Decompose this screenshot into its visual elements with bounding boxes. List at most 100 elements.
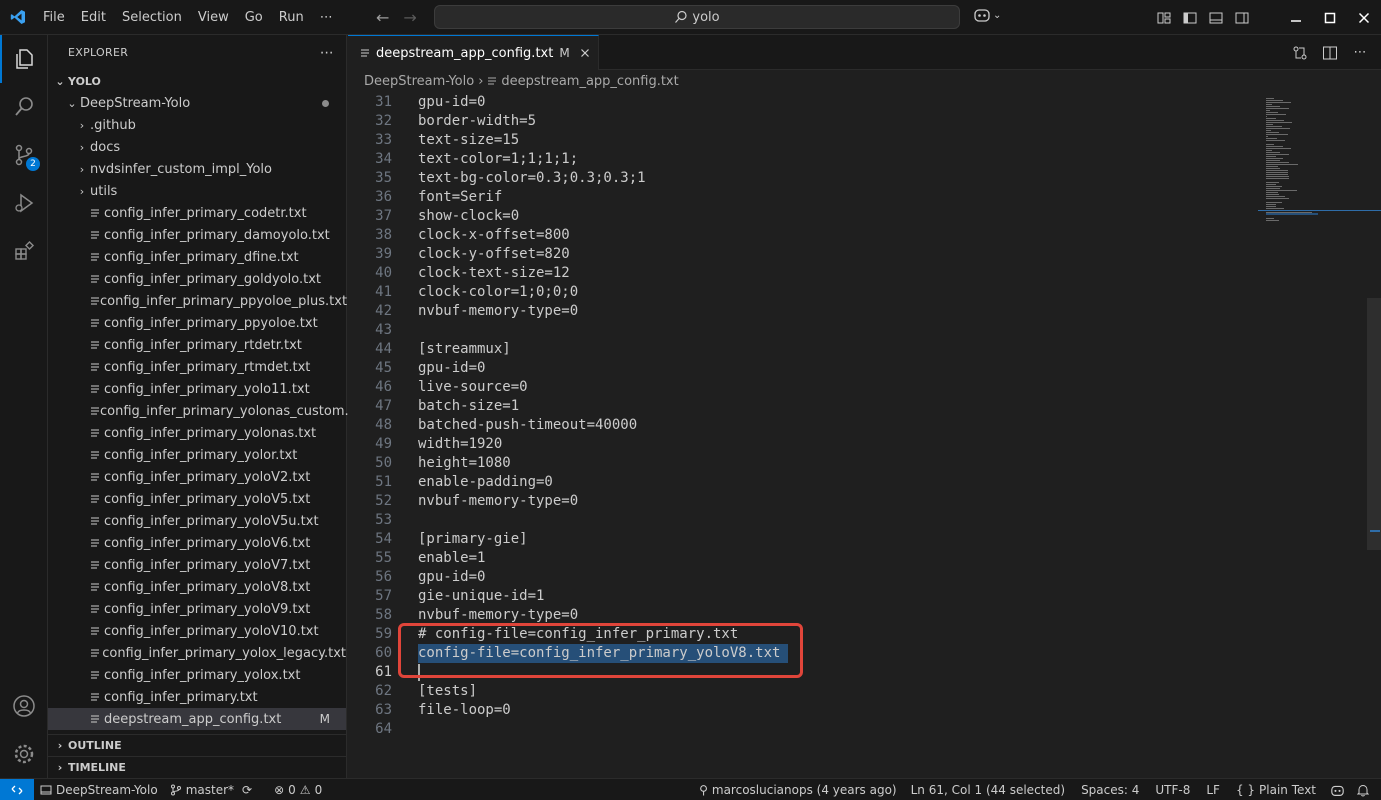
status-folder[interactable]: DeepStream-Yolo — [34, 779, 164, 800]
tree-file[interactable]: config_infer_primary.txt — [48, 686, 346, 708]
menu-run[interactable]: Run — [271, 0, 312, 35]
status-notifications[interactable] — [1351, 779, 1375, 800]
minimap[interactable] — [1258, 93, 1368, 778]
breadcrumb-folder[interactable]: DeepStream-Yolo — [364, 74, 474, 89]
tree-file[interactable]: config_infer_primary_yolo11.txt — [48, 378, 346, 400]
tree-file[interactable]: config_infer_primary_ppyoloe.txt — [48, 312, 346, 334]
toggle-primary-sidebar-icon[interactable] — [1177, 0, 1203, 35]
tree-file[interactable]: config_infer_primary_yoloV5.txt — [48, 488, 346, 510]
accounts-activity[interactable] — [0, 682, 48, 730]
tab-deepstream-app-config[interactable]: deepstream_app_config.txt M — [348, 35, 599, 70]
explorer-activity[interactable] — [0, 35, 48, 83]
tree-folder[interactable]: › docs — [48, 136, 346, 158]
status-eol[interactable]: LF — [1198, 779, 1228, 800]
copilot-button[interactable]: ⌄ — [973, 7, 1001, 23]
run-debug-activity[interactable] — [0, 179, 48, 227]
status-encoding[interactable]: UTF-8 — [1147, 779, 1198, 800]
code-text: nvbuf-memory-type=0 — [418, 493, 579, 509]
outline-section[interactable]: › OUTLINE — [48, 734, 347, 756]
extensions-activity[interactable] — [0, 227, 48, 275]
tree-file[interactable]: config_infer_primary_yolor.txt — [48, 444, 346, 466]
remote-indicator[interactable] — [0, 778, 34, 800]
more-actions-icon[interactable]: ⋯ — [1347, 45, 1373, 60]
status-git-blame[interactable]: ⚲ marcoslucianops (4 years ago) — [693, 779, 903, 800]
toggle-panel-icon[interactable] — [1203, 0, 1229, 35]
tree-file[interactable]: config_infer_primary_rtdetr.txt — [48, 334, 346, 356]
tree-file[interactable]: config_infer_primary_yoloV6.txt — [48, 532, 346, 554]
open-changes-icon[interactable] — [1287, 45, 1313, 61]
tree-file[interactable]: config_infer_primary_yoloV5u.txt — [48, 510, 346, 532]
maximize-icon[interactable] — [1313, 0, 1347, 35]
tree-file[interactable]: config_infer_primary_dfine.txt — [48, 246, 346, 268]
minimize-icon[interactable] — [1279, 0, 1313, 35]
menu-go[interactable]: Go — [237, 0, 271, 35]
tree-file[interactable]: config_infer_primary_yolonas_custom.txt — [48, 400, 367, 422]
menu-edit[interactable]: Edit — [73, 0, 114, 35]
menu-selection[interactable]: Selection — [114, 0, 190, 35]
tree-file[interactable]: config_infer_primary_ppyoloe_plus.txt — [48, 290, 347, 312]
search-activity[interactable] — [0, 83, 48, 131]
file-label: config_infer_primary_yoloV6.txt — [104, 535, 311, 551]
tree-folder[interactable]: › .github — [48, 114, 346, 136]
line-number: 43 — [375, 322, 392, 338]
source-control-activity[interactable]: 2 — [0, 131, 48, 179]
forward-arrow-icon[interactable]: → — [403, 8, 416, 27]
tree-file[interactable]: config_infer_primary_yoloV8.txt — [48, 576, 346, 598]
tree-file[interactable]: config_infer_primary_yolox.txt — [48, 664, 346, 686]
file-icon — [90, 208, 104, 218]
line-number: 58 — [375, 607, 392, 623]
chevron-right-icon: › — [57, 761, 63, 774]
tree-folder[interactable]: › nvdsinfer_custom_impl_Yolo — [48, 158, 346, 180]
minimap-line — [1266, 166, 1278, 167]
sync-icon[interactable]: ⟳ — [242, 783, 252, 797]
close-icon[interactable] — [580, 48, 590, 58]
command-center-search[interactable]: yolo — [434, 5, 960, 29]
status-copilot[interactable] — [1324, 779, 1351, 800]
minimap-line — [1266, 148, 1292, 149]
menu-view[interactable]: View — [190, 0, 237, 35]
tree-file[interactable]: config_infer_primary_yoloV10.txt — [48, 620, 346, 642]
minimap-line — [1266, 146, 1283, 147]
status-indentation[interactable]: Spaces: 4 — [1073, 779, 1147, 800]
tree-file[interactable]: config_infer_primary_yoloV2.txt — [48, 466, 346, 488]
file-deepstream-app-config[interactable]: deepstream_app_config.txt M — [48, 708, 346, 730]
line-number: 62 — [375, 683, 392, 699]
tree-folder[interactable]: › utils — [48, 180, 346, 202]
minimap-line — [1266, 194, 1280, 195]
status-problems[interactable]: ⊗ 0 ⚠ 0 — [268, 779, 328, 800]
tree-file[interactable]: config_infer_primary_rtmdet.txt — [48, 356, 346, 378]
code-text: batch-size=1 — [418, 398, 520, 414]
file-icon — [90, 604, 104, 614]
menu-more[interactable]: ⋯ — [312, 0, 341, 35]
status-branch[interactable]: master* ⟳ — [164, 779, 258, 800]
account-icon — [12, 694, 36, 718]
tree-file[interactable]: config_infer_primary_damoyolo.txt — [48, 224, 346, 246]
layout-customize-icon[interactable] — [1151, 0, 1177, 35]
tree-file[interactable]: config_infer_primary_yolox_legacy.txt — [48, 642, 346, 664]
tree-file[interactable]: config_infer_primary_goldyolo.txt — [48, 268, 346, 290]
tree-file[interactable]: config_infer_primary_yolonas.txt — [48, 422, 346, 444]
file-icon — [90, 230, 104, 240]
back-arrow-icon[interactable]: ← — [376, 8, 389, 27]
breadcrumb-file[interactable]: deepstream_app_config.txt — [501, 74, 678, 89]
timeline-section[interactable]: › TIMELINE — [48, 756, 347, 778]
manage-activity[interactable] — [0, 730, 48, 778]
tree-file[interactable]: config_infer_primary_yoloV7.txt — [48, 554, 346, 576]
code-line: 41 clock-color=1;0;0;0 — [348, 283, 1258, 302]
explorer-sidebar: EXPLORER ⋯ ⌄ YOLO ⌄ DeepStream-Yolo › .gi… — [48, 35, 367, 778]
status-language[interactable]: { } Plain Text — [1228, 779, 1324, 800]
tree-file[interactable]: config_infer_primary_codetr.txt — [48, 202, 346, 224]
more-actions-icon[interactable]: ⋯ — [320, 45, 334, 61]
line-number: 32 — [375, 113, 392, 129]
split-editor-icon[interactable] — [1317, 45, 1343, 61]
editor-actions: ⋯ — [1287, 35, 1381, 70]
folder-deepstream-yolo[interactable]: ⌄ DeepStream-Yolo — [48, 92, 346, 114]
workspace-root[interactable]: ⌄ YOLO — [48, 70, 346, 92]
file-icon — [90, 296, 100, 306]
status-cursor-position[interactable]: Ln 61, Col 1 (44 selected) — [903, 779, 1073, 800]
toggle-secondary-sidebar-icon[interactable] — [1229, 0, 1255, 35]
vertical-scrollbar[interactable] — [1367, 298, 1381, 550]
tree-file[interactable]: config_infer_primary_yoloV9.txt — [48, 598, 346, 620]
close-icon[interactable] — [1347, 0, 1381, 35]
menu-file[interactable]: File — [35, 0, 73, 35]
